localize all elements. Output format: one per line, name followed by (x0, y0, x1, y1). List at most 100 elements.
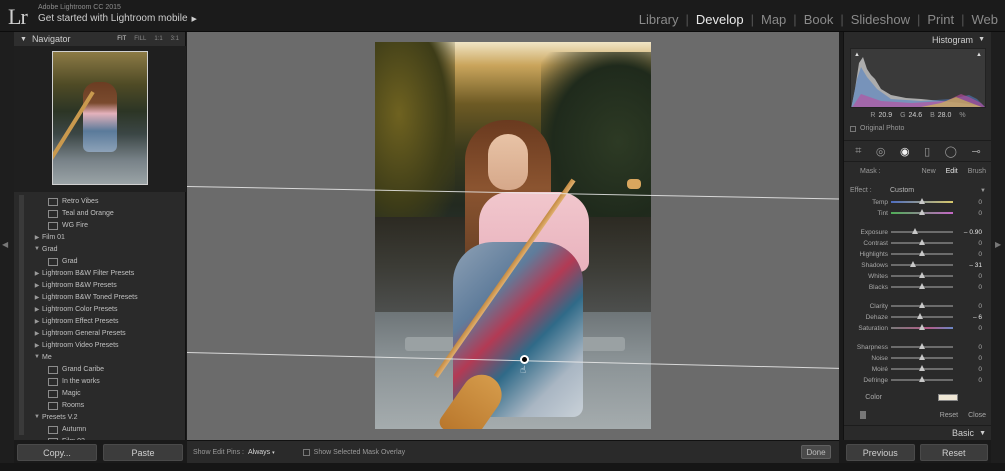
slider-track[interactable] (891, 354, 953, 360)
slider-temp[interactable]: Temp 0 (844, 197, 992, 207)
zoom-mode-3-1[interactable]: 3:1 (171, 36, 179, 42)
slider-track[interactable] (891, 228, 953, 234)
edit-pin[interactable] (520, 355, 529, 364)
slider-contrast[interactable]: Contrast 0 (844, 238, 992, 248)
navigator-thumbnail[interactable] (52, 51, 148, 185)
slider-whites[interactable]: Whites 0 (844, 271, 992, 281)
histogram-graph[interactable]: ▲ ▲ (850, 48, 986, 108)
preset-item[interactable]: Film 02 (14, 435, 186, 441)
spot-removal-icon[interactable]: ◎ (876, 145, 886, 158)
module-print[interactable]: Print (920, 12, 961, 27)
slider-track[interactable] (891, 209, 953, 215)
mask-overlay-checkbox[interactable] (302, 448, 310, 456)
collapse-right-icon[interactable]: ▶ (995, 240, 1001, 249)
slider-knob[interactable] (919, 209, 925, 215)
slider-knob[interactable] (919, 365, 925, 371)
expanded-triangle-icon[interactable]: ▼ (32, 414, 42, 420)
original-photo-toggle[interactable]: Original Photo (850, 125, 904, 132)
slider-shadows[interactable]: Shadows – 31 (844, 260, 992, 270)
navigator-preview[interactable] (14, 46, 186, 192)
adjustment-brush-icon[interactable]: ⊸ (971, 145, 980, 158)
slider-track[interactable] (891, 250, 953, 256)
slider-tint[interactable]: Tint 0 (844, 208, 992, 218)
slider-track[interactable] (891, 272, 953, 278)
collapsed-triangle-icon[interactable]: ▶ (32, 342, 42, 349)
slider-knob[interactable] (911, 228, 918, 234)
preset-item[interactable]: WG Fire (14, 219, 186, 231)
preset-item[interactable]: Autumn (14, 423, 186, 435)
preset-item[interactable]: Magic (14, 387, 186, 399)
slider-knob[interactable] (919, 343, 925, 349)
previous-button[interactable]: Previous (846, 444, 915, 461)
slider-knob[interactable] (919, 250, 925, 256)
graduated-filter-icon[interactable]: ▯ (924, 145, 930, 158)
slider-value[interactable]: 0 (978, 240, 982, 247)
slider-clarity[interactable]: Clarity 0 (844, 301, 992, 311)
preset-item[interactable]: Retro Vibes (14, 195, 186, 207)
slider-value[interactable]: 0 (978, 273, 982, 280)
photo[interactable] (375, 42, 651, 429)
slider-value[interactable]: 0 (978, 210, 982, 217)
collapsed-triangle-icon[interactable]: ▶ (32, 294, 42, 301)
collapse-triangle-icon[interactable]: ▼ (979, 430, 986, 437)
slider-sharpness[interactable]: Sharpness 0 (844, 342, 992, 352)
slider-track[interactable] (891, 313, 953, 319)
slider-value[interactable]: 0 (978, 366, 982, 373)
slider-value[interactable]: 0 (978, 355, 982, 362)
histogram-header[interactable]: Histogram ▼ (844, 32, 991, 47)
slider-knob[interactable] (919, 198, 925, 204)
slider-track[interactable] (891, 324, 953, 330)
preset-folder[interactable]: ▶ Film 01 (14, 231, 186, 243)
preset-folder[interactable]: ▶ Lightroom B&W Presets (14, 279, 186, 291)
radial-filter-icon[interactable]: ◯ (945, 145, 957, 158)
module-book[interactable]: Book (797, 12, 841, 27)
color-swatch[interactable] (938, 394, 958, 401)
preset-item[interactable]: Teal and Orange (14, 207, 186, 219)
slider-track[interactable] (891, 261, 953, 267)
collapse-triangle-icon[interactable]: ▼ (978, 36, 985, 43)
image-viewport[interactable]: ☝ (187, 32, 839, 440)
module-map[interactable]: Map (754, 12, 793, 27)
slider-noise[interactable]: Noise 0 (844, 353, 992, 363)
collapsed-triangle-icon[interactable]: ▶ (32, 306, 42, 313)
slider-knob[interactable] (919, 239, 925, 245)
done-button[interactable]: Done (801, 445, 831, 459)
slider-value[interactable]: – 31 (969, 262, 982, 269)
panel-reset-button[interactable]: Reset (940, 412, 958, 419)
slider-track[interactable] (891, 239, 953, 245)
preset-folder[interactable]: ▼ Me (14, 351, 186, 363)
preset-item[interactable]: Grand Caribe (14, 363, 186, 375)
mask-new-button[interactable]: New (922, 168, 936, 175)
module-develop[interactable]: Develop (689, 12, 751, 27)
slider-knob[interactable] (917, 313, 924, 319)
left-panel-edge[interactable]: ◀ (0, 32, 14, 471)
mask-edit-button[interactable]: Edit (946, 168, 958, 175)
right-panel-edge[interactable]: ▶ (991, 32, 1005, 471)
mask-brush-button[interactable]: Brush (968, 168, 986, 175)
slider-moir[interactable]: Moiré 0 (844, 364, 992, 374)
reset-button[interactable]: Reset (919, 444, 988, 461)
slider-track[interactable] (891, 365, 953, 371)
slider-track[interactable] (891, 343, 953, 349)
shadow-clipping-icon[interactable]: ▲ (854, 52, 860, 58)
collapse-triangle-icon[interactable]: ▼ (20, 36, 27, 43)
collapsed-triangle-icon[interactable]: ▶ (32, 270, 42, 277)
slider-saturation[interactable]: Saturation 0 (844, 323, 992, 333)
slider-track[interactable] (891, 302, 953, 308)
preset-item[interactable]: Rooms (14, 399, 186, 411)
identity-plate[interactable]: Get started with Lightroom mobile ▶ (38, 13, 197, 24)
slider-defringe[interactable]: Defringe 0 (844, 375, 992, 385)
slider-knob[interactable] (919, 324, 925, 330)
slider-knob[interactable] (919, 376, 925, 382)
red-eye-icon[interactable]: ◉ (900, 145, 910, 158)
slider-exposure[interactable]: Exposure – 0.90 (844, 227, 992, 237)
slider-knob[interactable] (909, 261, 916, 267)
highlight-clipping-icon[interactable]: ▲ (976, 52, 982, 58)
expanded-triangle-icon[interactable]: ▼ (32, 354, 42, 360)
show-edit-pins-select[interactable]: Always ▾ (248, 449, 275, 456)
slider-blacks[interactable]: Blacks 0 (844, 282, 992, 292)
preset-folder[interactable]: ▶ Lightroom General Presets (14, 327, 186, 339)
effect-dropdown-icon[interactable]: ▼ (980, 188, 986, 194)
preset-item[interactable]: In the works (14, 375, 186, 387)
slider-value[interactable]: 0 (978, 377, 982, 384)
